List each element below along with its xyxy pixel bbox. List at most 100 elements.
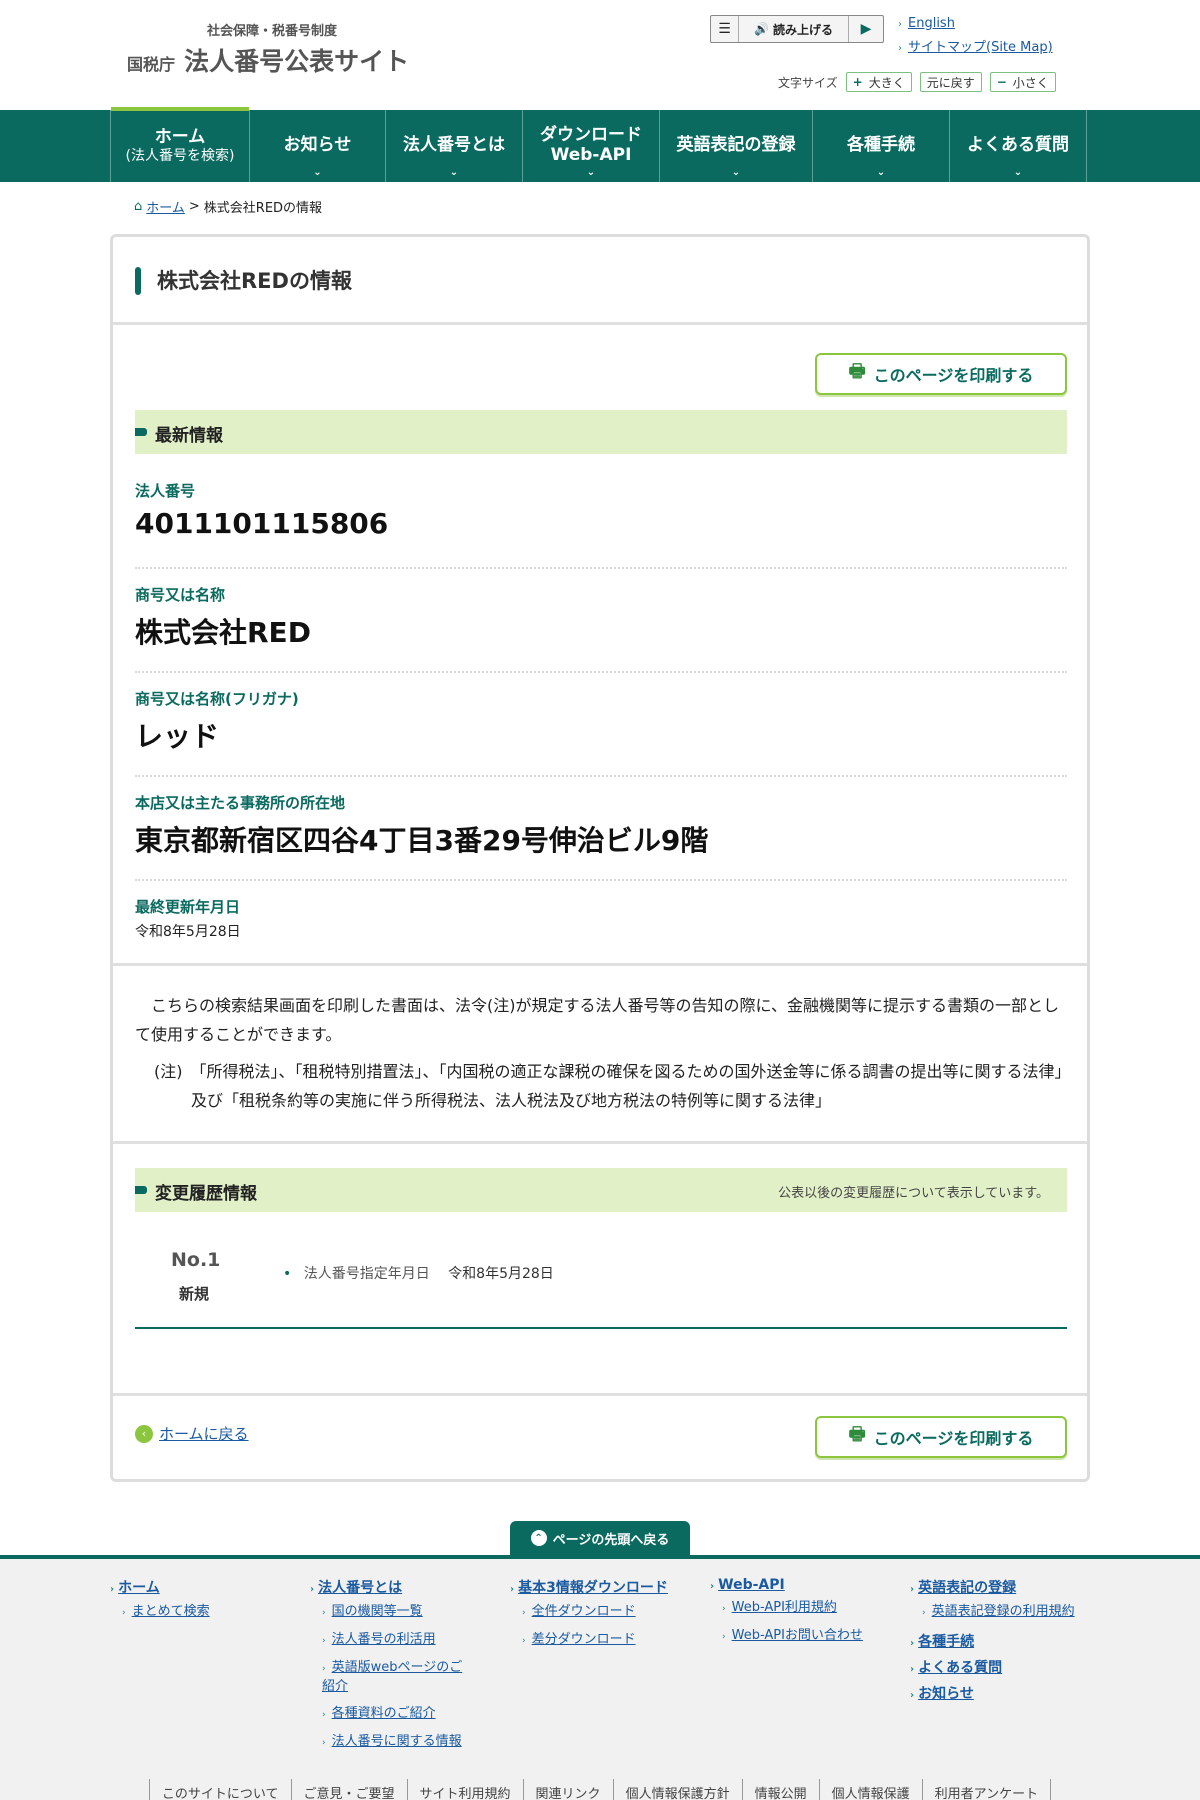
footer-column-english: › 英語表記の登録 › 英語表記登録の利用規約 › 各種手続 › よくある質問 › お知ら… [910, 1577, 1110, 1709]
chevron-left-icon: ‹ [135, 1424, 153, 1443]
read-aloud-button[interactable]: 🔊 読み上げる [739, 16, 849, 42]
chevron-down-icon: ⌄ [731, 166, 741, 178]
footer-heading-link[interactable]: よくある質問 [918, 1660, 1002, 1676]
play-button[interactable]: ▶ [849, 16, 883, 42]
chevron-right-icon: › [522, 1636, 526, 1646]
footer-column-about: › 法人番号とは › 国の機関等一覧 › 法人番号の利活用 › 英語版webページのご紹… [310, 1577, 490, 1761]
chevron-down-icon: ⌄ [449, 166, 459, 178]
footer-link[interactable]: Web-API利用規約 [732, 1600, 837, 1615]
history-number: No.1 [171, 1249, 221, 1271]
nav-item-about[interactable]: 法人番号とは ⌄ [386, 110, 523, 182]
footer-bottom-links: このサイトについて ご意見・ご要望 サイト利用規約 関連リンク 個人情報保護方針… [0, 1779, 1200, 1800]
dotted-divider [135, 775, 1067, 777]
chevron-right-icon: › [898, 43, 902, 54]
footer-heading-link[interactable]: 基本3情報ダウンロード [518, 1580, 668, 1596]
footer-column-download: › 基本3情報ダウンロード › 全件ダウンロード › 差分ダウンロード [510, 1577, 700, 1659]
notice-text: こちらの検索結果画面を印刷した書面は、法令(注)が規定する法人番号等の告知の際に… [135, 996, 1060, 1044]
footer-link[interactable]: 英語表記登録の利用規約 [932, 1604, 1075, 1619]
font-size-controls: 文字サイズ + 大きく 元に戻す − 小さく [778, 72, 1056, 92]
nav-item-label: 各種手続 [847, 135, 915, 156]
footer-link[interactable]: 法人番号に関する情報 [332, 1734, 462, 1749]
footer-heading-link[interactable]: 法人番号とは [318, 1580, 402, 1596]
font-larger-button[interactable]: + 大きく [845, 72, 912, 92]
nav-item-home[interactable]: ホーム (法人番号を検索) [110, 107, 250, 182]
footer-link[interactable]: 各種資料のご紹介 [332, 1706, 436, 1721]
plus-icon: + [852, 75, 863, 89]
logo-subtitle: 社会保障・税番号制度 [207, 24, 338, 39]
field-value: 株式会社RED [135, 616, 311, 649]
footer-bottom-link[interactable]: このサイトについて [148, 1779, 291, 1800]
field-label: 法人番号 [135, 482, 196, 500]
footer-link[interactable]: 英語版webページのご紹介 [322, 1660, 462, 1694]
footer-bottom-link[interactable]: 利用者アンケート [921, 1779, 1052, 1800]
footer-heading-link[interactable]: ホーム [118, 1580, 160, 1596]
field-label: 商号又は名称 [135, 586, 226, 604]
logo-agency: 国税庁 [127, 55, 176, 74]
chevron-right-icon: › [322, 1710, 326, 1720]
footer-bottom-link[interactable]: 関連リンク [522, 1779, 613, 1800]
section-divider [113, 1141, 1087, 1144]
font-smaller-button[interactable]: − 小さく [989, 72, 1056, 92]
print-page-label: このページを印刷する [873, 366, 1034, 385]
footer-link[interactable]: 差分ダウンロード [532, 1632, 636, 1647]
nav-item-download[interactable]: ダウンロード Web-API ⌄ [523, 110, 660, 182]
logo-title: 国税庁 法人番号公表サイト [127, 42, 409, 78]
back-to-top-button[interactable]: ⌃ ページの先頭へ戻る [510, 1521, 690, 1555]
site-footer: › ホーム › まとめて検索 › 法人番号とは › 国の機関等一覧 › 法人番号の利活用 … [0, 1555, 1200, 1800]
footer-link[interactable]: 法人番号の利活用 [332, 1632, 436, 1647]
footer-link[interactable]: 国の機関等一覧 [332, 1604, 423, 1619]
home-icon: ⌂ [134, 199, 143, 214]
back-home-link[interactable]: ホームに戻る [159, 1423, 249, 1444]
chevron-right-icon: › [898, 19, 902, 30]
footer-bottom-link[interactable]: 情報公開 [741, 1779, 819, 1800]
chevron-right-icon: › [510, 1584, 515, 1595]
breadcrumb-separator: > [188, 199, 200, 214]
field-address: 本店又は主たる事務所の所在地 東京都新宿区四谷4丁目3番29号伸治ビル9階 [135, 792, 1067, 859]
nav-item-faq[interactable]: よくある質問 ⌄ [950, 110, 1087, 182]
print-page-button-bottom[interactable]: 🖶 このページを印刷する [815, 1416, 1067, 1458]
nav-item-label: ホーム [154, 127, 206, 148]
font-reset-button[interactable]: 元に戻す [919, 72, 982, 92]
notice-footnote: (注) 「所得税法」、「租税特別措置法」、「内国税の適正な課税の確保を図るための… [154, 1062, 1063, 1110]
read-aloud-bar: ☰ 🔊 読み上げる ▶ [710, 15, 884, 43]
history-detail-label: 法人番号指定年月日 [303, 1266, 430, 1282]
font-reset-label: 元に戻す [926, 75, 975, 90]
legal-notice: こちらの検索結果画面を印刷した書面は、法令(注)が規定する法人番号等の告知の際に… [135, 991, 1070, 1115]
minus-icon: − [996, 75, 1007, 89]
english-link[interactable]: English [908, 16, 955, 31]
chevron-right-icon: › [310, 1584, 315, 1595]
footer-column-home: › ホーム › まとめて検索 [110, 1577, 300, 1631]
read-aloud-menu-button[interactable]: ☰ [711, 16, 739, 42]
field-value: レッド [135, 720, 220, 753]
chevron-right-icon: › [910, 1690, 915, 1701]
footer-heading-link[interactable]: 各種手続 [918, 1634, 974, 1650]
chevron-down-icon: ⌄ [586, 166, 596, 178]
print-page-label: このページを印刷する [873, 1429, 1034, 1448]
sitemap-link[interactable]: サイトマップ(Site Map) [908, 40, 1053, 55]
field-corporate-number: 法人番号 4011101115806 [135, 480, 1067, 540]
breadcrumb-home-link[interactable]: ホーム [146, 197, 185, 216]
footer-link[interactable]: Web-APIお問い合わせ [732, 1628, 863, 1643]
dotted-divider [135, 671, 1067, 673]
history-row: No.1 新規 • 法人番号指定年月日 令和8年5月28日 [135, 1237, 1067, 1329]
footer-bottom-link[interactable]: 個人情報保護方針 [612, 1779, 742, 1800]
logo-site-name: 法人番号公表サイト [184, 47, 410, 76]
read-aloud-label: 読み上げる [772, 22, 833, 37]
footer-heading-link[interactable]: お知らせ [918, 1686, 974, 1702]
footer-bottom-link[interactable]: 個人情報保護 [818, 1779, 922, 1800]
chevron-right-icon: › [322, 1664, 326, 1674]
footer-link[interactable]: 全件ダウンロード [532, 1604, 636, 1619]
chevron-right-icon: › [910, 1664, 915, 1675]
dotted-divider [135, 879, 1067, 881]
footer-heading-link[interactable]: 英語表記の登録 [918, 1580, 1016, 1596]
chevron-right-icon: › [522, 1608, 526, 1618]
footer-heading-link[interactable]: Web-API [718, 1577, 785, 1593]
footer-link[interactable]: まとめて検索 [132, 1604, 210, 1619]
nav-item-news[interactable]: お知らせ ⌄ [250, 110, 386, 182]
footer-bottom-link[interactable]: ご意見・ご要望 [290, 1779, 407, 1800]
nav-item-label: 英語表記の登録 [676, 135, 796, 156]
nav-item-procedures[interactable]: 各種手続 ⌄ [813, 110, 950, 182]
nav-item-english[interactable]: 英語表記の登録 ⌄ [660, 110, 813, 182]
print-page-button[interactable]: 🖶 このページを印刷する [815, 353, 1067, 395]
footer-bottom-link[interactable]: サイト利用規約 [406, 1779, 523, 1800]
